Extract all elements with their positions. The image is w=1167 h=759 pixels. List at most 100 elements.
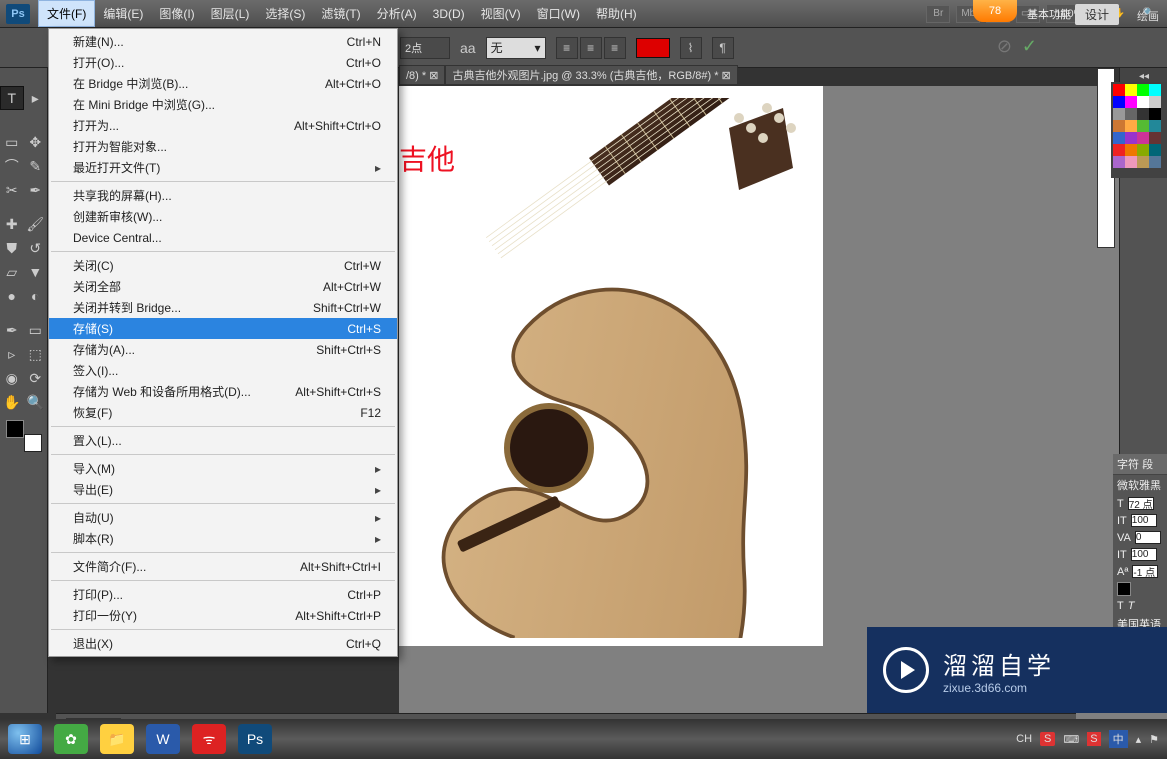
direct-select-tool[interactable]: ▹	[0, 342, 24, 366]
menu-filter[interactable]: 滤镜(T)	[313, 1, 368, 26]
bucket-tool[interactable]: ▼	[24, 260, 48, 284]
tray-flag-icon[interactable]: ⚑	[1149, 733, 1159, 746]
font-family-field[interactable]: 微软雅黑	[1113, 475, 1167, 495]
file-menu-item[interactable]: 新建(N)...Ctrl+N	[49, 31, 397, 52]
warp-text-button[interactable]: ⌇	[680, 37, 702, 59]
file-menu-item[interactable]: 打印一份(Y)Alt+Shift+Ctrl+P	[49, 605, 397, 626]
3d-camera-tool[interactable]: ◉	[0, 366, 24, 390]
file-menu-item[interactable]: 在 Bridge 中浏览(B)...Alt+Ctrl+O	[49, 73, 397, 94]
file-menu-item[interactable]: 置入(L)...	[49, 430, 397, 451]
swatches-grid[interactable]	[1111, 82, 1167, 178]
history-brush-tool[interactable]: ↺	[24, 236, 48, 260]
file-menu-item[interactable]: 自动(U)	[49, 507, 397, 528]
file-menu-item[interactable]: 关闭(C)Ctrl+W	[49, 255, 397, 276]
antialias-dropdown[interactable]: 无▾	[486, 37, 546, 59]
file-menu-item[interactable]: 打开为...Alt+Shift+Ctrl+O	[49, 115, 397, 136]
type-tool[interactable]: T	[0, 86, 24, 110]
ime-sogou-icon[interactable]: S	[1040, 732, 1055, 746]
hand-tool[interactable]: ✋	[0, 390, 24, 414]
char-panel-header[interactable]: 字符 段	[1113, 454, 1167, 475]
workspace-draw-button[interactable]: 绘画	[1137, 8, 1159, 24]
menu-3d[interactable]: 3D(D)	[425, 3, 473, 25]
taskbar-word[interactable]: W	[146, 724, 180, 754]
stamp-tool[interactable]: ⛊	[0, 236, 24, 260]
ime-keyboard-icon[interactable]: ⌨	[1063, 733, 1079, 746]
move-tool[interactable]: ✥	[24, 130, 48, 154]
file-menu-item[interactable]: 关闭并转到 Bridge...Shift+Ctrl+W	[49, 297, 397, 318]
workspace-design-button[interactable]: 设计	[1075, 4, 1119, 25]
brush-tool[interactable]: 🖌	[24, 212, 48, 236]
canvas[interactable]: 吉他	[399, 86, 823, 646]
ime-cn-icon[interactable]: 中	[1109, 730, 1128, 748]
align-right-button[interactable]: ≡	[604, 37, 626, 59]
basic-label[interactable]: 基本功能	[1027, 6, 1071, 22]
shape-tool[interactable]: ▭	[24, 318, 48, 342]
file-menu-item[interactable]: 存储为 Web 和设备所用格式(D)...Alt+Shift+Ctrl+S	[49, 381, 397, 402]
file-menu-item[interactable]: 在 Mini Bridge 中浏览(G)...	[49, 94, 397, 115]
taskbar-folder[interactable]: 📁	[100, 724, 134, 754]
file-menu-item[interactable]: 关闭全部Alt+Ctrl+W	[49, 276, 397, 297]
file-menu-item[interactable]: 导入(M)	[49, 458, 397, 479]
taskbar-photoshop[interactable]: Ps	[238, 724, 272, 754]
file-menu-item[interactable]: 签入(I)...	[49, 360, 397, 381]
pen-tool[interactable]: ✒	[0, 318, 24, 342]
file-menu-item[interactable]: 恢复(F)F12	[49, 402, 397, 423]
blur-tool[interactable]: ●	[0, 284, 24, 308]
bridge-icon[interactable]: Br	[926, 5, 950, 23]
text-color-row[interactable]	[1113, 580, 1167, 598]
text-color-swatch[interactable]	[1117, 582, 1131, 596]
menu-image[interactable]: 图像(I)	[151, 1, 202, 26]
menu-edit[interactable]: 编辑(E)	[95, 1, 151, 26]
file-menu-item[interactable]: Device Central...	[49, 227, 397, 248]
start-button[interactable]: ⊞	[8, 724, 42, 754]
rotate-view-tool[interactable]: ⟳	[24, 366, 48, 390]
file-menu-item[interactable]: 导出(E)	[49, 479, 397, 500]
ime-badge-icon[interactable]: S	[1087, 732, 1100, 746]
lasso-tool[interactable]: ⌒	[0, 154, 24, 178]
leading-input[interactable]	[1131, 514, 1157, 527]
stroke-width-field[interactable]: 2点	[400, 37, 450, 59]
menu-window[interactable]: 窗口(W)	[529, 1, 588, 26]
file-menu-item[interactable]: 创建新审核(W)...	[49, 206, 397, 227]
file-menu-item[interactable]: 共享我的屏幕(H)...	[49, 185, 397, 206]
faux-styles-row[interactable]: T T	[1113, 598, 1167, 614]
heal-tool[interactable]: ✚	[0, 212, 24, 236]
eraser-tool[interactable]: ▱	[0, 260, 24, 284]
3d-tool[interactable]: ⬚	[24, 342, 48, 366]
menu-layer[interactable]: 图层(L)	[203, 1, 258, 26]
file-menu-item[interactable]: 脚本(R)	[49, 528, 397, 549]
baseline-input[interactable]	[1132, 565, 1158, 578]
tracking-input[interactable]	[1135, 531, 1161, 544]
font-size-input[interactable]	[1128, 497, 1154, 510]
file-menu-item[interactable]: 最近打开文件(T)	[49, 157, 397, 178]
file-menu-item[interactable]: 打印(P)...Ctrl+P	[49, 584, 397, 605]
zoom-tool[interactable]: 🔍	[24, 390, 48, 414]
eyedropper-tool[interactable]: ✒	[24, 178, 48, 202]
fg-bg-color[interactable]	[4, 418, 44, 454]
menu-select[interactable]: 选择(S)	[257, 1, 313, 26]
crop-tool[interactable]: ✂	[0, 178, 24, 202]
doc-tab-1[interactable]: /8) * ⊠	[399, 65, 445, 85]
vscale-input[interactable]	[1131, 548, 1157, 561]
marquee-tool[interactable]: ▭	[0, 130, 24, 154]
notification-badge[interactable]: 78	[973, 0, 1017, 22]
tray-arrow-icon[interactable]: ▴	[1136, 733, 1142, 746]
file-menu-item[interactable]: 打开(O)...Ctrl+O	[49, 52, 397, 73]
ime-lang[interactable]: CH	[1016, 733, 1032, 745]
align-left-button[interactable]: ≡	[556, 37, 578, 59]
taskbar-music[interactable]: ᯤ	[192, 724, 226, 754]
file-menu-item[interactable]: 存储为(A)...Shift+Ctrl+S	[49, 339, 397, 360]
commit-icon[interactable]: ✓	[1022, 36, 1037, 57]
cancel-icon[interactable]: ⊘	[997, 36, 1012, 57]
menu-file[interactable]: 文件(F)	[38, 0, 95, 27]
doc-tab-2[interactable]: 古典吉他外观图片.jpg @ 33.3% (古典吉他，RGB/8#) * ⊠	[445, 65, 737, 85]
quickselect-tool[interactable]: ✎	[24, 154, 48, 178]
file-menu-item[interactable]: 退出(X)Ctrl+Q	[49, 633, 397, 654]
char-panel-toggle[interactable]: ¶	[712, 37, 734, 59]
menu-analysis[interactable]: 分析(A)	[369, 1, 425, 26]
text-color-swatch[interactable]	[636, 38, 670, 58]
file-menu-item[interactable]: 存储(S)Ctrl+S	[49, 318, 397, 339]
menu-view[interactable]: 视图(V)	[473, 1, 529, 26]
file-menu-item[interactable]: 打开为智能对象...	[49, 136, 397, 157]
path-select-tool[interactable]: ▸	[24, 86, 47, 110]
